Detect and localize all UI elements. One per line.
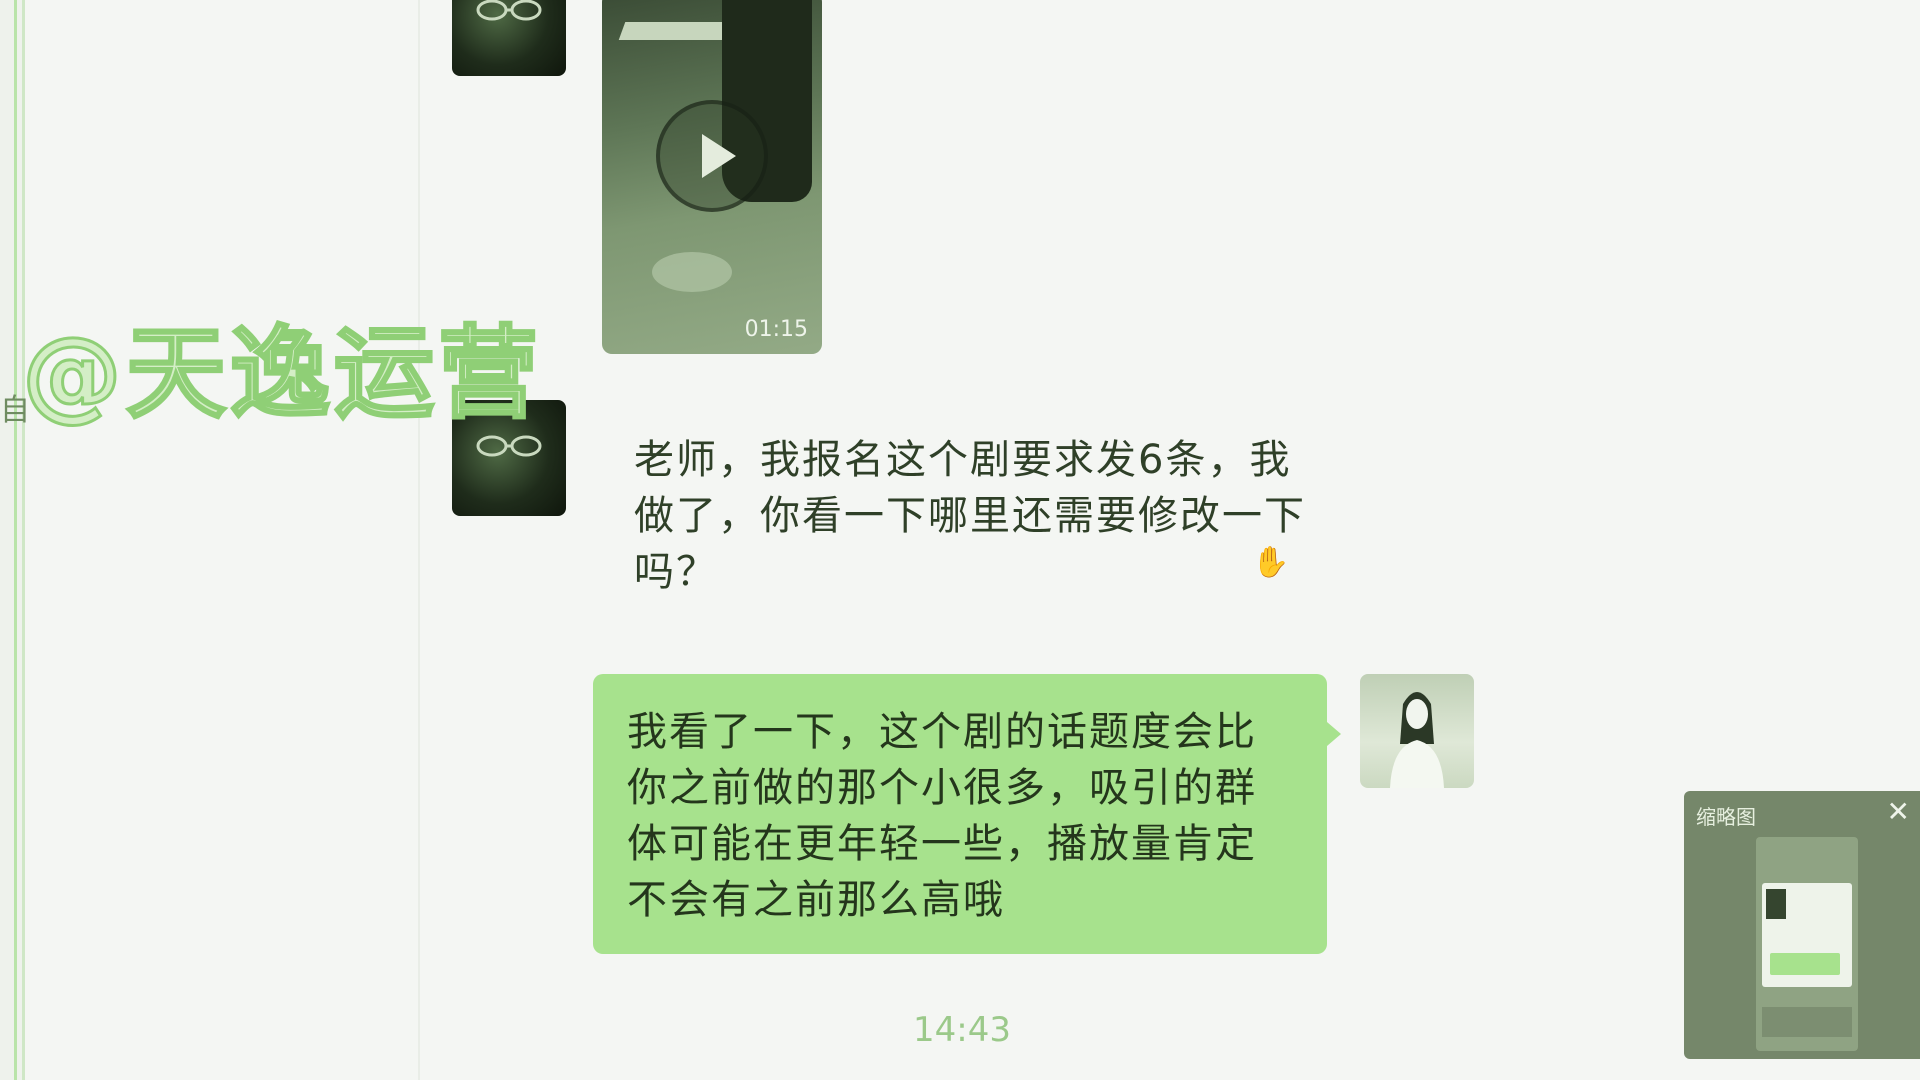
- sent-message[interactable]: 我看了一下，这个剧的话题度会比你之前做的那个小很多，吸引的群体可能在更年轻一些，…: [593, 674, 1341, 954]
- play-button[interactable]: [656, 100, 768, 212]
- preview-footer: [1762, 1007, 1852, 1037]
- sidebar-divider-line: [14, 0, 17, 1080]
- glasses-image: [476, 0, 542, 21]
- contact-avatar[interactable]: [452, 0, 566, 76]
- user-avatar[interactable]: [1360, 674, 1474, 788]
- message-timestamp: 14:43: [913, 1010, 1011, 1050]
- video-message[interactable]: 01:15: [602, 0, 822, 354]
- video-duration: 01:15: [744, 317, 808, 342]
- close-icon[interactable]: ✕: [1887, 795, 1910, 828]
- watermark-text: @天逸运营: [21, 314, 542, 434]
- sidebar-edge: [0, 0, 25, 1080]
- column-divider: [418, 0, 420, 1080]
- woman-portrait-image: [1390, 692, 1444, 788]
- video-scene-floor: [652, 252, 732, 292]
- thumbnail-panel[interactable]: 缩略图 ✕: [1684, 791, 1920, 1059]
- preview-avatar: [1766, 889, 1786, 919]
- video-scene-table: [618, 22, 736, 40]
- thumbnail-preview[interactable]: [1756, 837, 1858, 1051]
- chat-window: 自 01:15 老师，我报名这个剧要求发6条，我做了，你看一下哪里还需要修改一下…: [0, 0, 1920, 1080]
- preview-sent-bubble: [1770, 953, 1840, 975]
- hand-cursor-icon: ✋: [1252, 545, 1290, 580]
- play-icon: [702, 134, 736, 178]
- received-message[interactable]: 老师，我报名这个剧要求发6条，我做了，你看一下哪里还需要修改一下吗？: [634, 432, 1324, 600]
- thumbnail-panel-title: 缩略图: [1696, 805, 1756, 829]
